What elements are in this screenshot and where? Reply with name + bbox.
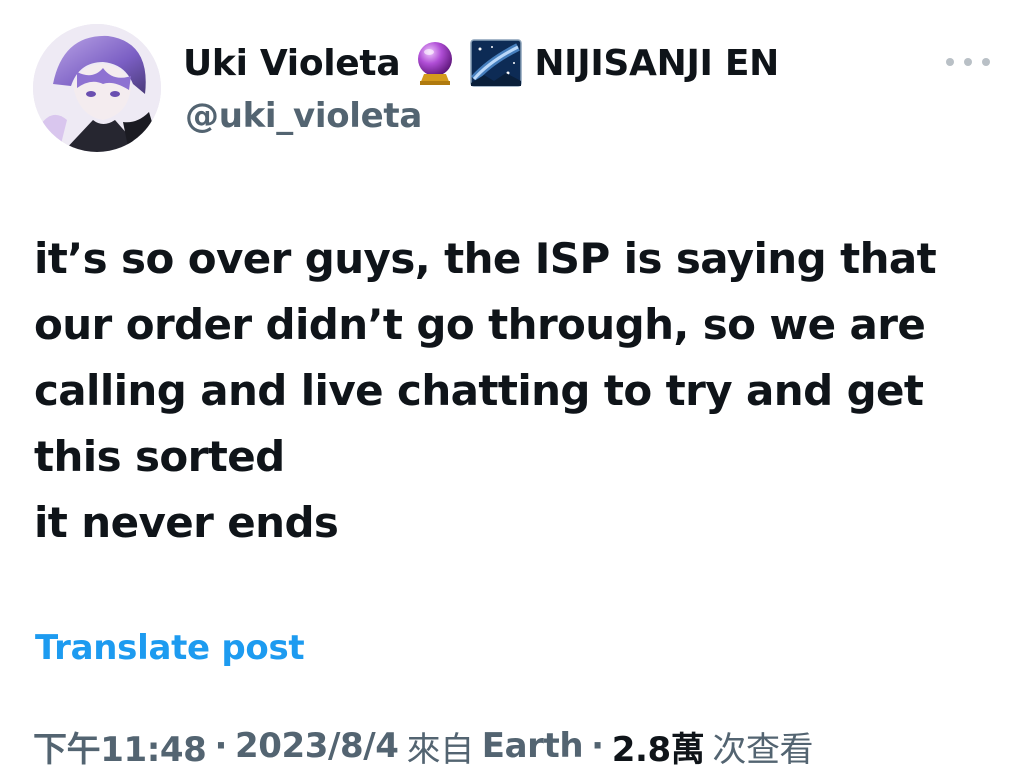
avatar[interactable] — [33, 24, 161, 152]
post-source: Earth — [481, 726, 584, 766]
translate-post-link[interactable]: Translate post — [35, 628, 305, 668]
crystal-ball-icon — [414, 40, 456, 86]
tweet-text-line: calling and live chatting to try and get — [34, 366, 924, 415]
more-dot-icon — [946, 58, 954, 66]
more-dot-icon — [964, 58, 972, 66]
tweet-meta: 下午11:48 · 2023/8/4 來自 Earth · 2.8萬 次查看 — [33, 718, 814, 774]
source-prefix: 來自 — [406, 729, 475, 770]
tweet-text-line: it never ends — [34, 498, 339, 547]
views-label: 次查看 — [712, 729, 814, 770]
more-dot-icon — [982, 58, 990, 66]
author-name-row[interactable]: Uki Violeta NIJISANJI EN — [183, 35, 779, 91]
views-count[interactable]: 2.8萬 — [612, 722, 705, 771]
tweet-text-line: this sorted — [34, 432, 285, 481]
tweet-text-line: it’s so over guys, the ISP is saying tha… — [34, 234, 937, 283]
milky-way-icon — [470, 39, 523, 87]
meta-separator: · — [214, 726, 227, 766]
meta-separator: · — [591, 726, 604, 766]
tweet-text: it’s so over guys, the ISP is saying tha… — [34, 226, 994, 556]
post-time[interactable]: 下午11:48 — [33, 722, 207, 771]
post-date[interactable]: 2023/8/4 — [235, 726, 399, 766]
display-name-suffix: NIJISANJI EN — [534, 42, 779, 84]
display-name[interactable]: Uki Violeta — [183, 43, 401, 84]
user-handle[interactable]: @uki_violeta — [185, 96, 422, 136]
more-options-button[interactable] — [946, 50, 990, 74]
avatar-image — [33, 24, 161, 152]
tweet-text-line: our order didn’t go through, so we are — [34, 300, 926, 349]
